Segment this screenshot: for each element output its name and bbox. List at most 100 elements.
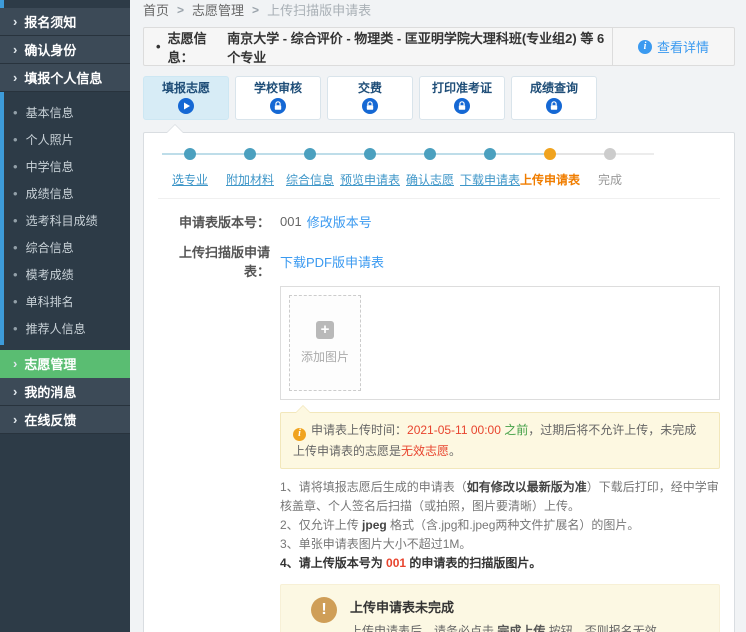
step-dot <box>304 148 316 160</box>
sidebar-item-my-messages[interactable]: › 我的消息 <box>0 378 130 406</box>
tab-payment[interactable]: 交费 <box>327 76 413 120</box>
tab-school-review[interactable]: 学校审核 <box>235 76 321 120</box>
sidebar-subitem-label: 选考科目成绩 <box>26 212 98 229</box>
rule-1: 1、请将填报志愿后生成的申请表（如有修改以最新版为准）下载后打印，经中学审核盖章… <box>280 478 720 516</box>
sidebar-nav: › 报名须知 › 确认身份 › 填报个人信息 • 基本信息 • 个人照片 <box>0 0 130 434</box>
progress-stepper: 选专业 附加材料 综合信息 预览申请表 <box>158 133 720 199</box>
volunteer-info-text: • 志愿信息： 南京大学 - 综合评价 - 物理类 - 匡亚明学院大理科班(专业… <box>144 28 612 65</box>
sidebar-item-label: 志愿管理 <box>24 354 76 373</box>
breadcrumb-home[interactable]: 首页 <box>143 0 169 19</box>
sidebar-item-selected-subject-scores[interactable]: • 选考科目成绩 <box>0 207 130 234</box>
play-icon <box>178 98 194 114</box>
sidebar-item-label: 确认身份 <box>24 40 76 59</box>
rule-2: 2、仅允许上传 jpeg 格式（含.jpg和.jpeg两种文件扩展名）的图片。 <box>280 516 720 535</box>
chevron-right-icon: › <box>13 71 17 84</box>
sidebar-submenu: • 基本信息 • 个人照片 • 中学信息 • 成绩信息 • 选考科目成绩 <box>0 92 130 350</box>
sidebar-item-referrer-info[interactable]: • 推荐人信息 <box>0 315 130 342</box>
step-dot <box>364 148 376 160</box>
upload-dropzone: + 添加图片 <box>280 286 720 400</box>
sidebar-subitem-label: 个人照片 <box>26 131 74 148</box>
sidebar-item-identity-confirm[interactable]: › 确认身份 <box>0 36 130 64</box>
deadline-notice: i申请表上传时间：2021-05-11 00:00 之前，过期后将不允许上传，未… <box>280 412 720 469</box>
sidebar-item-personal-info[interactable]: › 填报个人信息 <box>0 64 130 92</box>
view-details-button[interactable]: i 查看详情 <box>612 28 734 65</box>
sidebar-item-mock-exam-scores[interactable]: • 模考成绩 <box>0 261 130 288</box>
bullet-icon: • <box>13 268 18 281</box>
lock-icon <box>546 98 562 114</box>
bullet-icon: • <box>13 187 18 200</box>
sidebar-item-comprehensive-info[interactable]: • 综合信息 <box>0 234 130 261</box>
sidebar-subitem-label: 单科排名 <box>26 293 74 310</box>
lock-icon <box>454 98 470 114</box>
sidebar-item-personal-photo[interactable]: • 个人照片 <box>0 126 130 153</box>
notice-prefix: 申请表上传时间： <box>311 423 407 437</box>
step-dot <box>244 148 256 160</box>
volunteer-info-label: 志愿信息： <box>168 28 228 66</box>
sidebar-subitem-label: 模考成绩 <box>26 266 74 283</box>
sidebar-item-label: 在线反馈 <box>24 410 76 429</box>
chevron-right-icon: › <box>13 15 17 28</box>
step-complete: 完成 <box>580 147 640 189</box>
sidebar-item-enrollment-notice[interactable]: › 报名须知 <box>0 8 130 36</box>
plus-icon: + <box>316 321 334 339</box>
tab-score-inquiry[interactable]: 成绩查询 <box>511 76 597 120</box>
sidebar-item-basic-info[interactable]: • 基本信息 <box>0 99 130 126</box>
add-image-button[interactable]: + 添加图片 <box>289 295 361 391</box>
rule-4: 4、请上传版本号为 001 的申请表的扫描版图片。 <box>280 554 720 573</box>
step-dot <box>184 148 196 160</box>
breadcrumb: 首页 > 志愿管理 > 上传扫描版申请表 <box>143 0 735 19</box>
breadcrumb-volunteer-management[interactable]: 志愿管理 <box>192 0 244 19</box>
view-details-label: 查看详情 <box>657 37 709 56</box>
alert-title: 上传申请表未完成 <box>350 597 669 616</box>
breadcrumb-current-page: 上传扫描版申请表 <box>267 0 371 19</box>
bullet-icon: • <box>13 295 18 308</box>
notice-before: 之前 <box>501 423 528 437</box>
warning-icon: ! <box>311 597 337 623</box>
step-dot <box>424 148 436 160</box>
sidebar-subitem-label: 成绩信息 <box>26 185 74 202</box>
notice-deadline: 2021-05-11 00:00 <box>407 423 501 437</box>
chevron-right-icon: › <box>13 385 17 398</box>
sidebar-subitem-label: 中学信息 <box>26 158 74 175</box>
lock-icon <box>270 98 286 114</box>
version-value: 001 <box>280 214 302 229</box>
version-row: 申请表版本号： 001 修改版本号 <box>158 212 720 231</box>
step-connector <box>430 153 490 155</box>
bullet-icon: • <box>13 160 18 173</box>
tab-print-admission-ticket[interactable]: 打印准考证 <box>419 76 505 120</box>
bullet-icon: • <box>13 322 18 335</box>
alert-body: 上传申请表未完成 上传申请表后，请务必点击 完成上传 按钮，否则报名无效。 <box>350 597 669 632</box>
upload-rules: 1、请将填报志愿后生成的申请表（如有修改以最新版为准）下载后打印，经中学审核盖章… <box>280 478 720 573</box>
version-label: 申请表版本号： <box>158 212 270 231</box>
upload-label: 上传扫描版申请表： <box>158 242 270 280</box>
incomplete-alert: ! 上传申请表未完成 上传申请表后，请务必点击 完成上传 按钮，否则报名无效。 <box>280 584 720 632</box>
sidebar-subitem-label: 推荐人信息 <box>26 320 86 337</box>
tab-fill-volunteer[interactable]: 填报志愿 <box>143 76 229 120</box>
edit-version-link[interactable]: 修改版本号 <box>307 212 372 231</box>
sidebar-item-middle-school-info[interactable]: • 中学信息 <box>0 153 130 180</box>
bullet-icon: • <box>13 214 18 227</box>
bullet-icon: • <box>13 133 18 146</box>
chevron-right-icon: › <box>13 43 17 56</box>
sidebar-subitem-label: 基本信息 <box>26 104 74 121</box>
breadcrumb-separator: > <box>252 3 259 17</box>
sidebar-item-volunteer-management[interactable]: › 志愿管理 <box>0 350 130 378</box>
step-connector <box>250 153 310 155</box>
download-pdf-link[interactable]: 下载PDF版申请表 <box>280 252 384 271</box>
sidebar-item-online-feedback[interactable]: › 在线反馈 <box>0 406 130 434</box>
sidebar-item-single-subject-ranking[interactable]: • 单科排名 <box>0 288 130 315</box>
upload-row: 上传扫描版申请表： 下载PDF版申请表 <box>158 242 720 280</box>
bullet-icon: • <box>13 241 18 254</box>
step-connector <box>190 153 250 155</box>
volunteer-info-bar: • 志愿信息： 南京大学 - 综合评价 - 物理类 - 匡亚明学院大理科班(专业… <box>143 27 735 66</box>
chevron-right-icon: › <box>13 413 17 426</box>
step-dot <box>604 148 616 160</box>
sidebar-subitem-label: 综合信息 <box>26 239 74 256</box>
step-connector <box>550 153 610 155</box>
step-connector <box>490 153 550 155</box>
sidebar-item-score-info[interactable]: • 成绩信息 <box>0 180 130 207</box>
sidebar-item-label: 填报个人信息 <box>24 68 102 87</box>
bullet-icon: • <box>156 39 161 54</box>
notice-invalid: 无效志愿 <box>401 444 449 458</box>
stage-tabs: 填报志愿 学校审核 交费 打印准考证 <box>143 76 735 120</box>
